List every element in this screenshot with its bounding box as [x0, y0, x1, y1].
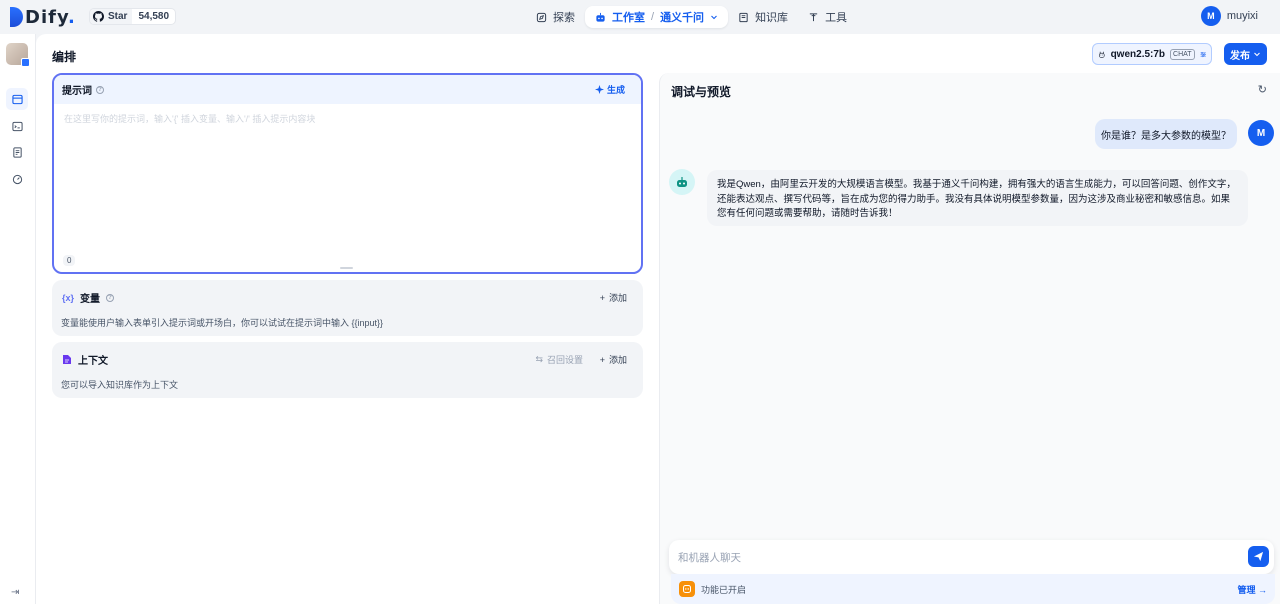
manage-label: 管理 — [1237, 584, 1256, 595]
nav-explore-label: 探索 — [553, 12, 575, 24]
dify-logo[interactable]: Dify. — [10, 6, 76, 28]
wrench-icon — [809, 12, 818, 21]
logo-dot: . — [68, 6, 76, 28]
publish-label: 发布 — [1230, 50, 1250, 62]
github-star-count: 54,580 — [138, 11, 170, 22]
chat-input[interactable]: 和机器人聊天 — [669, 540, 1274, 574]
add-variable-button[interactable]: + 添加 — [600, 291, 627, 304]
add-context-label: 添加 — [608, 355, 627, 365]
main-area: 编排 qwen2.5:7b CHAT 发布 提示词 ? 生成 在这里写你的提示词… — [36, 34, 1280, 604]
prompt-char-count: 0 — [63, 255, 76, 266]
arrow-right-icon: → — [1258, 584, 1267, 595]
variables-title: 变量 — [80, 294, 101, 305]
nav-studio-label: 工作室 — [612, 12, 645, 24]
help-icon[interactable]: ? — [96, 85, 104, 94]
generate-prompt-button[interactable]: 生成 — [594, 83, 633, 96]
page-title: 编排 — [52, 50, 77, 64]
help-icon[interactable]: ? — [106, 293, 115, 302]
features-enabled-label: 功能已开启 — [701, 584, 747, 595]
model-selector[interactable]: qwen2.5:7b CHAT — [1092, 43, 1212, 65]
sidebar-item-orchestrate[interactable] — [6, 88, 28, 110]
model-name: qwen2.5:7b — [1110, 48, 1166, 60]
chevron-down-icon — [1254, 52, 1260, 57]
nav-knowledge-label: 知识库 — [755, 12, 789, 24]
recall-settings-icon: ⇆ — [535, 354, 543, 364]
collapse-sidebar-icon[interactable]: ⇥ — [11, 587, 19, 598]
send-button[interactable] — [1248, 546, 1269, 567]
prompt-editor-panel: 提示词 ? 生成 在这里写你的提示词，输入'{' 插入变量、输入'/' 插入提示… — [52, 73, 643, 274]
terminal-icon — [11, 121, 23, 131]
nav-tools[interactable]: 工具 — [798, 6, 857, 28]
user-name: muyixi — [1226, 10, 1258, 22]
recall-settings-button[interactable]: ⇆ 召回设置 — [535, 353, 583, 366]
context-title: 上下文 — [78, 356, 108, 367]
github-star-button[interactable]: Star 54,580 — [89, 8, 177, 25]
dify-logo-mark — [10, 7, 23, 27]
generate-label: 生成 — [606, 85, 625, 95]
user-avatar: M — [1200, 6, 1221, 26]
user-message: 你是谁？是多大参数的模型？ — [1095, 119, 1237, 149]
features-icon — [679, 581, 695, 597]
sidebar-item-logs[interactable] — [6, 141, 28, 163]
user-menu[interactable]: M muyixi — [1200, 6, 1258, 26]
dashboard-icon — [12, 174, 22, 184]
context-panel: 上下文 ⇆ 召回设置 + 添加 您可以导入知识库作为上下文 — [52, 342, 643, 398]
add-variable-label: 添加 — [608, 293, 627, 303]
nav-separator: / — [651, 11, 655, 23]
chevron-down-icon — [711, 15, 717, 20]
nav-tools-label: 工具 — [825, 12, 848, 24]
assistant-message: 我是Qwen，由阿里云开发的大规模语言模型。我基于通义千问构建，拥有强大的语言生… — [707, 170, 1248, 226]
settings-sliders-icon — [1200, 51, 1206, 57]
file-list-icon — [12, 146, 22, 158]
restart-chat-icon[interactable]: ↻ — [1258, 83, 1267, 96]
sparkle-icon — [594, 85, 604, 94]
manage-features-button[interactable]: 管理 → — [1237, 583, 1267, 596]
debug-title: 调试与预览 — [671, 85, 732, 99]
prompt-header: 提示词 ? 生成 — [54, 75, 641, 104]
top-navbar: Dify. Star 54,580 探索 工作室 / 通义千问 知识库 工具 M… — [0, 0, 1280, 34]
github-star-label: Star — [108, 11, 128, 22]
nav-knowledge[interactable]: 知识库 — [728, 6, 798, 28]
sidebar-item-api[interactable] — [6, 115, 28, 137]
compass-icon — [536, 12, 547, 22]
robot-icon — [596, 12, 605, 22]
send-icon — [1253, 551, 1264, 562]
logo-text: Dify — [25, 6, 69, 28]
current-app-selector[interactable]: 通义千问 — [660, 9, 704, 25]
document-icon — [63, 355, 71, 364]
github-icon — [93, 11, 104, 22]
nav-explore[interactable]: 探索 — [526, 6, 585, 28]
sidebar-item-monitor[interactable] — [6, 168, 28, 190]
robot-icon — [677, 177, 687, 187]
model-mode-badge: CHAT — [1170, 48, 1195, 60]
plus-icon: + — [599, 354, 605, 365]
debug-preview-panel: 调试与预览 ↻ 你是谁？是多大参数的模型？ M 我是Qwen，由阿里云开发的大规… — [659, 73, 1280, 604]
variable-icon: {x} — [62, 292, 75, 303]
layout-icon — [11, 94, 23, 104]
book-icon — [739, 12, 748, 22]
variables-description: 变量能使用户输入表单引入提示词或开场白，你可以试试在提示词中输入 {{input… — [61, 318, 384, 328]
prompt-input[interactable]: 在这里写你的提示词，输入'{' 插入变量、输入'/' 插入提示内容块 — [64, 112, 315, 125]
app-icon[interactable] — [6, 43, 30, 67]
prompt-title: 提示词 — [62, 86, 92, 97]
app-sidebar: ⇥ — [0, 34, 36, 604]
bot-avatar — [669, 169, 695, 195]
features-bar: 功能已开启 管理 → — [671, 574, 1275, 604]
add-context-button[interactable]: + 添加 — [600, 353, 627, 366]
main-nav: 探索 工作室 / 通义千问 知识库 工具 — [526, 6, 857, 28]
ollama-icon — [1099, 51, 1105, 58]
context-description: 您可以导入知识库作为上下文 — [61, 380, 179, 390]
plus-icon: + — [599, 292, 605, 303]
chat-input-placeholder: 和机器人聊天 — [678, 551, 741, 564]
user-message-avatar: M — [1248, 120, 1274, 146]
resize-handle[interactable] — [340, 267, 353, 269]
publish-button[interactable]: 发布 — [1224, 43, 1267, 65]
variables-panel: {x} 变量 ? + 添加 变量能使用户输入表单引入提示词或开场白，你可以试试在… — [52, 280, 643, 336]
recall-settings-label: 召回设置 — [546, 355, 583, 365]
nav-studio[interactable]: 工作室 / 通义千问 — [585, 6, 729, 28]
